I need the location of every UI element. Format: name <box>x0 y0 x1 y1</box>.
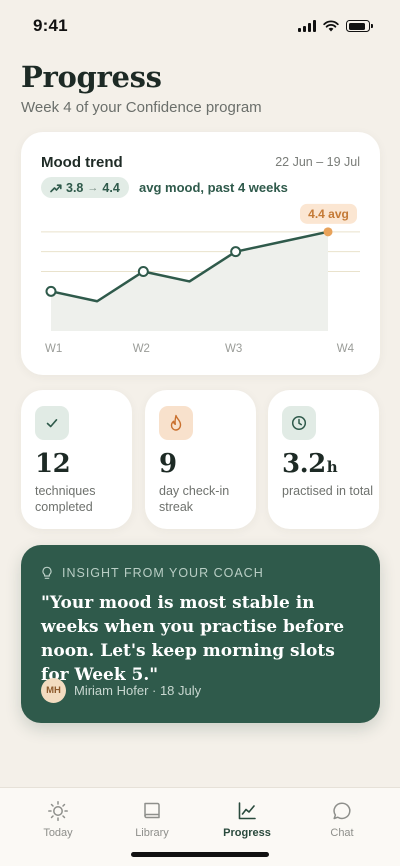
status-bar: 9:41 <box>0 0 400 50</box>
chart-x-tick-label: W4 <box>337 343 355 355</box>
chart-x-tick-label: W2 <box>133 343 150 355</box>
wifi-icon <box>323 20 339 32</box>
flame-icon <box>159 406 193 440</box>
clock-icon <box>282 406 316 440</box>
stat-card-streak[interactable]: 9 day check-in streak <box>145 390 256 529</box>
stat-label: techniques completed <box>35 484 96 514</box>
chart-point-highlight <box>323 227 333 237</box>
chart-badge-label: 4.4 avg <box>308 207 349 221</box>
battery-icon <box>346 20 373 32</box>
sun-icon <box>48 801 68 821</box>
book-icon <box>144 802 160 819</box>
stat-card-time[interactable]: 3.2h practised in total <box>268 390 379 529</box>
status-time: 9:41 <box>33 16 68 35</box>
tab-label: Chat <box>330 827 354 839</box>
chart-point <box>230 246 242 258</box>
stat-label: practised in total <box>282 484 374 498</box>
page-subtitle: Week 4 of your Confidence program <box>21 99 262 116</box>
tab-progress[interactable]: Progress <box>212 800 282 839</box>
chart-point <box>45 285 57 297</box>
page-title: Progress <box>21 60 162 94</box>
tab-today[interactable]: Today <box>23 800 93 839</box>
chart-x-tick-label: W1 <box>45 343 62 355</box>
chat-bubble-icon <box>333 802 351 820</box>
stat-value: 3.2h <box>282 449 338 479</box>
coach-insight-card[interactable]: INSIGHT FROM YOUR COACH "Your mood is mo… <box>21 545 380 723</box>
tab-library[interactable]: Library <box>117 800 187 839</box>
tab-label: Progress <box>223 827 271 839</box>
tab-label: Library <box>135 827 169 839</box>
stat-value: 9 <box>159 449 177 479</box>
check-icon <box>35 406 69 440</box>
insight-author: Miriam Hofer · 18 July <box>74 683 202 698</box>
lightbulb-icon <box>42 566 52 579</box>
insight-quote: "Your mood is most stable in weeks when … <box>41 593 345 685</box>
home-indicator <box>131 852 269 857</box>
chart-icon <box>238 802 256 820</box>
stat-label: day check-in streak <box>159 484 230 514</box>
insight-heading: INSIGHT FROM YOUR COACH <box>41 566 264 580</box>
tab-chat[interactable]: Chat <box>307 800 377 839</box>
stat-value: 12 <box>35 449 71 479</box>
insight-heading-text: INSIGHT FROM YOUR COACH <box>62 566 264 580</box>
stat-card-techniques[interactable]: 12 techniques completed <box>21 390 132 529</box>
tab-label: Today <box>43 827 73 839</box>
mood-line-chart: 4.4 avg W1 W2 W3 W4 <box>41 203 360 355</box>
chart-point <box>137 266 149 277</box>
status-icons <box>298 20 373 32</box>
avatar: MH <box>41 678 66 703</box>
cellular-signal-icon <box>298 20 316 32</box>
mood-trend-card[interactable]: Mood trend 22 Jun – 19 Jul 3.8 → 4.4 avg… <box>21 132 380 375</box>
chart-x-tick-label: W3 <box>225 343 242 355</box>
